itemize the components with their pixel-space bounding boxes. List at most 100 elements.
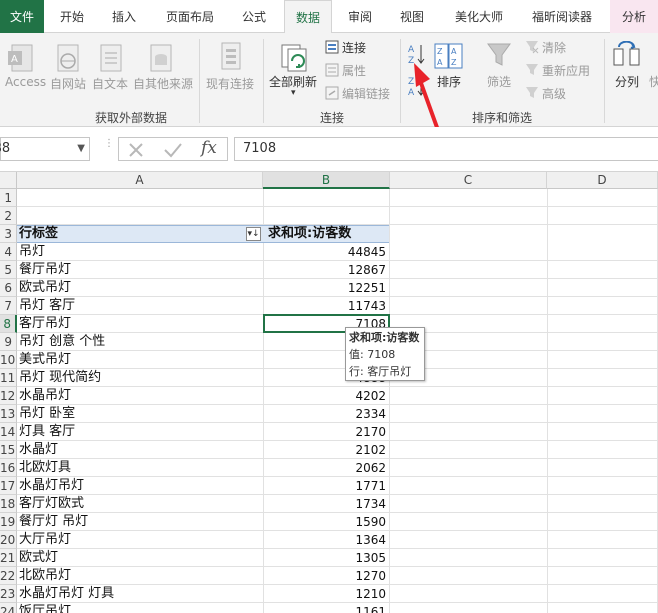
value-cell[interactable]: 2334: [264, 405, 386, 423]
row-label-cell[interactable]: 吊灯 客厅: [19, 297, 75, 315]
row-header[interactable]: 2: [0, 207, 17, 225]
row-header[interactable]: 18: [0, 495, 17, 513]
access-button[interactable]: Access: [5, 75, 46, 89]
value-cell[interactable]: 1210: [264, 585, 386, 603]
row-label-cell[interactable]: 客厅灯欧式: [19, 495, 84, 513]
row-header[interactable]: 20: [0, 531, 17, 549]
cancel-icon[interactable]: [127, 141, 145, 159]
tab-formulas[interactable]: 公式: [234, 0, 274, 33]
refresh-dropdown-icon[interactable]: ▾: [291, 88, 296, 98]
clear-button[interactable]: 清除: [542, 39, 566, 56]
row-label-cell[interactable]: 大厅吊灯: [19, 531, 71, 549]
row-header[interactable]: 17: [0, 477, 17, 495]
from-other-sources-button[interactable]: 自其他来源: [133, 75, 193, 92]
reapply-button[interactable]: 重新应用: [542, 62, 590, 79]
row-label-cell[interactable]: 餐厅吊灯: [19, 261, 71, 279]
tab-foxit-reader[interactable]: 福昕阅读器: [522, 0, 602, 33]
tab-data[interactable]: 数据: [284, 0, 332, 34]
text-to-columns-button[interactable]: 分列: [615, 73, 639, 90]
row-header[interactable]: 12: [0, 387, 17, 405]
tab-beautify-master[interactable]: 美化大师: [446, 0, 512, 33]
row-label-cell[interactable]: 餐厅灯 吊灯: [19, 513, 88, 531]
row-header[interactable]: 1: [0, 189, 17, 207]
row-label-cell[interactable]: 水晶吊灯: [19, 387, 71, 405]
row-header[interactable]: 10: [0, 351, 17, 369]
filter-dropdown-icon[interactable]: ▾↓: [246, 227, 261, 241]
tab-home[interactable]: 开始: [52, 0, 92, 33]
row-header[interactable]: 14: [0, 423, 17, 441]
value-cell[interactable]: 12251: [264, 279, 386, 297]
row-label-cell[interactable]: 北欧吊灯: [19, 567, 71, 585]
properties-button[interactable]: 属性: [342, 62, 366, 79]
value-cell[interactable]: 2062: [264, 459, 386, 477]
row-label-cell[interactable]: 欧式吊灯: [19, 279, 71, 297]
tab-insert[interactable]: 插入: [104, 0, 144, 33]
insert-function-icon[interactable]: fx: [201, 138, 217, 158]
column-header-c[interactable]: C: [390, 172, 547, 189]
row-label-cell[interactable]: 吊灯: [19, 243, 45, 261]
from-text-button[interactable]: 自文本: [92, 75, 128, 92]
flash-fill-button[interactable]: 快: [649, 73, 658, 90]
row-label-cell[interactable]: 美式吊灯: [19, 351, 71, 369]
row-header[interactable]: 9: [0, 333, 17, 351]
advanced-button[interactable]: 高级: [542, 85, 566, 102]
from-web-button[interactable]: 自网站: [50, 75, 86, 92]
row-label-cell[interactable]: 吊灯 卧室: [19, 405, 75, 423]
tab-view[interactable]: 视图: [392, 0, 432, 33]
tab-analyze[interactable]: 分析: [610, 0, 658, 33]
row-label-cell[interactable]: 水晶灯吊灯 灯具: [19, 585, 114, 603]
row-header[interactable]: 5: [0, 261, 17, 279]
value-cell[interactable]: 1734: [264, 495, 386, 513]
value-cell[interactable]: 1161: [264, 603, 386, 613]
row-header[interactable]: 11: [0, 369, 17, 387]
enter-check-icon[interactable]: [163, 141, 183, 159]
row-label-cell[interactable]: 吊灯 现代简约: [19, 369, 101, 387]
select-all-corner[interactable]: [0, 172, 17, 189]
row-label-cell[interactable]: 饭厅吊灯: [19, 603, 71, 613]
row-label-cell[interactable]: 灯具 客厅: [19, 423, 75, 441]
row-label-cell[interactable]: 吊灯 创意 个性: [19, 333, 105, 351]
tab-review[interactable]: 审阅: [340, 0, 380, 33]
formula-bar-grip[interactable]: ⋮: [104, 139, 114, 157]
value-cell[interactable]: 1364: [264, 531, 386, 549]
row-label-cell[interactable]: 水晶灯吊灯: [19, 477, 84, 495]
row-header[interactable]: 8: [0, 315, 17, 333]
row-header[interactable]: 4: [0, 243, 17, 261]
row-label-cell[interactable]: 客厅吊灯: [19, 315, 71, 333]
value-cell[interactable]: 2102: [264, 441, 386, 459]
row-label-cell[interactable]: 欧式灯: [19, 549, 58, 567]
row-label-cell[interactable]: 水晶灯: [19, 441, 58, 459]
value-cell[interactable]: 1270: [264, 567, 386, 585]
row-header[interactable]: 15: [0, 441, 17, 459]
row-header[interactable]: 19: [0, 513, 17, 531]
tab-page-layout[interactable]: 页面布局: [158, 0, 222, 33]
column-header-a[interactable]: A: [17, 172, 263, 189]
value-cell[interactable]: 12867: [264, 261, 386, 279]
row-header[interactable]: 24: [0, 603, 17, 613]
row-header[interactable]: 22: [0, 567, 17, 585]
edit-links-button[interactable]: 编辑链接: [342, 85, 390, 102]
row-header[interactable]: 3: [0, 225, 17, 243]
value-cell[interactable]: 1771: [264, 477, 386, 495]
value-cell[interactable]: 4202: [264, 387, 386, 405]
name-box-dropdown-icon[interactable]: ▼: [77, 138, 85, 160]
row-header[interactable]: 21: [0, 549, 17, 567]
row-label-cell[interactable]: 北欧灯具: [19, 459, 71, 477]
value-cell[interactable]: 2170: [264, 423, 386, 441]
row-header[interactable]: 6: [0, 279, 17, 297]
existing-connections-button[interactable]: 现有连接: [206, 75, 254, 92]
value-cell[interactable]: 44845: [264, 243, 386, 261]
column-header-d[interactable]: D: [547, 172, 658, 189]
formula-input[interactable]: 7108: [234, 137, 658, 161]
value-cell[interactable]: 11743: [264, 297, 386, 315]
value-cell[interactable]: 1305: [264, 549, 386, 567]
row-header[interactable]: 16: [0, 459, 17, 477]
connections-button[interactable]: 连接: [342, 39, 366, 56]
value-cell[interactable]: 1590: [264, 513, 386, 531]
row-header[interactable]: 13: [0, 405, 17, 423]
tab-file[interactable]: 文件: [0, 0, 44, 33]
row-header[interactable]: 7: [0, 297, 17, 315]
filter-button[interactable]: 筛选: [487, 73, 511, 90]
name-box[interactable]: B8 ▼: [0, 137, 90, 161]
row-header[interactable]: 23: [0, 585, 17, 603]
